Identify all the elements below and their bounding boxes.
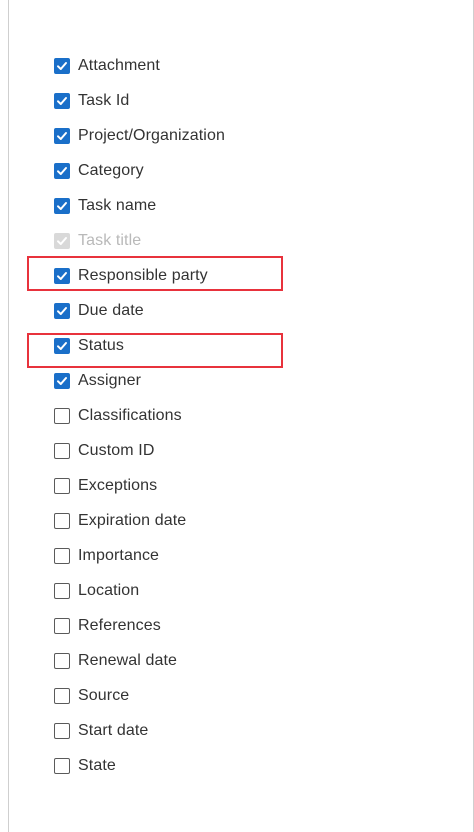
checkmark-icon [57, 271, 67, 280]
option-label: Exceptions [78, 476, 158, 494]
checkbox[interactable] [54, 512, 70, 529]
column-option-task-id[interactable]: Task Id [9, 83, 473, 118]
column-option-project-organization[interactable]: Project/Organization [9, 118, 473, 153]
option-label: Renewal date [78, 651, 178, 669]
checkbox[interactable] [54, 57, 70, 74]
checkmark-icon [57, 201, 67, 210]
checkbox[interactable] [54, 477, 70, 494]
checkbox[interactable] [54, 162, 70, 179]
checkmark-icon [57, 96, 67, 105]
option-label: Responsible party [78, 266, 208, 284]
column-chooser-panel: Attachment Task Id Project/Organization … [8, 0, 474, 832]
checkbox[interactable] [54, 267, 70, 284]
column-option-expiration-date[interactable]: Expiration date [9, 503, 473, 538]
option-label: Custom ID [78, 441, 155, 459]
option-label: Status [78, 336, 124, 354]
column-option-start-date[interactable]: Start date [9, 713, 473, 748]
checkmark-icon [57, 61, 67, 70]
column-option-status[interactable]: Status [9, 328, 473, 363]
column-option-due-date[interactable]: Due date [9, 293, 473, 328]
checkmark-icon [57, 166, 67, 175]
checkbox[interactable] [54, 442, 70, 459]
option-label: Source [78, 686, 130, 704]
checkmark-icon [57, 376, 67, 385]
checkbox[interactable] [54, 757, 70, 774]
column-option-renewal-date[interactable]: Renewal date [9, 643, 473, 678]
checkmark-icon [57, 306, 67, 315]
checkbox[interactable] [54, 197, 70, 214]
checkbox[interactable] [54, 372, 70, 389]
option-label: Attachment [78, 56, 160, 74]
option-label: Due date [78, 301, 144, 319]
checkbox[interactable] [54, 92, 70, 109]
checkbox[interactable] [54, 617, 70, 634]
option-label: Task title [78, 231, 142, 249]
checkbox[interactable] [54, 722, 70, 739]
column-option-references[interactable]: References [9, 608, 473, 643]
column-list: Attachment Task Id Project/Organization … [9, 48, 473, 783]
column-option-importance[interactable]: Importance [9, 538, 473, 573]
column-option-location[interactable]: Location [9, 573, 473, 608]
option-label: Task name [78, 196, 157, 214]
column-option-responsible-party[interactable]: Responsible party [9, 258, 473, 293]
option-label: Task Id [78, 91, 130, 109]
column-option-attachment[interactable]: Attachment [9, 48, 473, 83]
checkbox[interactable] [54, 302, 70, 319]
checkbox[interactable] [54, 582, 70, 599]
checkbox[interactable] [54, 547, 70, 564]
option-label: References [78, 616, 161, 634]
checkmark-icon [57, 236, 67, 245]
checkbox [54, 232, 70, 249]
checkbox[interactable] [54, 652, 70, 669]
option-label: Classifications [78, 406, 182, 424]
checkbox[interactable] [54, 127, 70, 144]
option-label: Assigner [78, 371, 142, 389]
checkbox[interactable] [54, 337, 70, 354]
option-label: State [78, 756, 116, 774]
column-option-state[interactable]: State [9, 748, 473, 783]
column-option-category[interactable]: Category [9, 153, 473, 188]
option-label: Start date [78, 721, 149, 739]
column-option-source[interactable]: Source [9, 678, 473, 713]
option-label: Expiration date [78, 511, 187, 529]
checkmark-icon [57, 131, 67, 140]
option-label: Category [78, 161, 144, 179]
column-option-custom-id[interactable]: Custom ID [9, 433, 473, 468]
column-option-exceptions[interactable]: Exceptions [9, 468, 473, 503]
option-label: Project/Organization [78, 126, 225, 144]
column-option-assigner[interactable]: Assigner [9, 363, 473, 398]
column-option-classifications[interactable]: Classifications [9, 398, 473, 433]
checkbox[interactable] [54, 407, 70, 424]
option-label: Importance [78, 546, 160, 564]
checkbox[interactable] [54, 687, 70, 704]
checkmark-icon [57, 341, 67, 350]
column-option-task-title: Task title [9, 223, 473, 258]
option-label: Location [78, 581, 140, 599]
column-option-task-name[interactable]: Task name [9, 188, 473, 223]
